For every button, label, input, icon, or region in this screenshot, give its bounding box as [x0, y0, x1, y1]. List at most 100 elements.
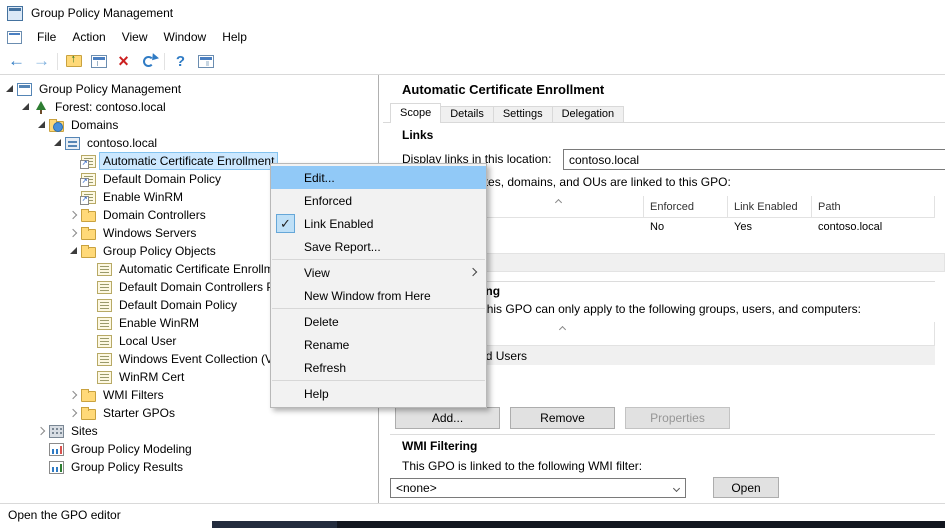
tree-item-forest[interactable]: Forest: contoso.local: [0, 98, 378, 116]
table-row-cell-enforced[interactable]: No: [644, 218, 728, 233]
expand-icon[interactable]: [36, 425, 48, 437]
refresh-button[interactable]: [136, 50, 161, 73]
sites-icon: [49, 425, 64, 438]
tree-item-label: Local User: [116, 333, 179, 349]
tree-item-label: Sites: [68, 423, 101, 439]
add-button[interactable]: Add...: [395, 407, 500, 429]
menu-view[interactable]: View: [114, 27, 156, 47]
column-header-path[interactable]: Path: [812, 196, 935, 218]
context-menu-item-rename[interactable]: Rename: [271, 333, 486, 356]
show-console-tree-icon: [91, 55, 107, 68]
context-menu-item-delete[interactable]: Delete: [271, 310, 486, 333]
expander-spacer: [84, 317, 96, 329]
tree-item-root[interactable]: Group Policy Management: [0, 80, 378, 98]
menu-file[interactable]: File: [29, 27, 64, 47]
tree-item-domains[interactable]: Domains: [0, 116, 378, 134]
collapse-icon[interactable]: [52, 137, 64, 149]
tab-settings[interactable]: Settings: [494, 106, 553, 122]
gpo-link-icon: [81, 155, 96, 168]
tree-item-gp-modeling[interactable]: Group Policy Modeling: [0, 440, 378, 458]
column-header-enforced[interactable]: Enforced: [644, 196, 728, 218]
context-menu-item-help[interactable]: Help: [271, 382, 486, 405]
delete-button[interactable]: [111, 50, 136, 73]
context-menu-item-save-report[interactable]: Save Report...: [271, 235, 486, 258]
sort-ascending-icon: [555, 199, 562, 206]
open-button[interactable]: Open: [713, 477, 779, 498]
expand-icon[interactable]: [68, 407, 80, 419]
expander-spacer: [84, 353, 96, 365]
tree-item-sites[interactable]: Sites: [0, 422, 378, 440]
forward-button[interactable]: [29, 50, 54, 73]
show-action-pane-button[interactable]: [193, 50, 218, 73]
menu-window[interactable]: Window: [156, 27, 215, 47]
remove-button[interactable]: Remove: [510, 407, 615, 429]
tree-item-label: Automatic Certificate Enrollment: [100, 153, 277, 169]
expand-icon[interactable]: [68, 227, 80, 239]
show-console-tree-button[interactable]: [86, 50, 111, 73]
expander-spacer: [36, 461, 48, 473]
gpo-icon: [97, 317, 112, 330]
tree-item-label: Enable WinRM: [100, 189, 186, 205]
menu-help[interactable]: Help: [214, 27, 255, 47]
taskbar-strip: [212, 521, 945, 528]
help-button[interactable]: [168, 50, 193, 73]
tab-details[interactable]: Details: [441, 106, 494, 122]
expand-icon[interactable]: [68, 389, 80, 401]
title-bar: Group Policy Management: [0, 0, 945, 26]
gpo-icon: [97, 299, 112, 312]
up-one-level-button[interactable]: [61, 50, 86, 73]
collapse-icon[interactable]: [20, 101, 32, 113]
tree-item-label: Group Policy Results: [68, 459, 186, 475]
gpo-link-icon: [81, 191, 96, 204]
expander-spacer: [84, 335, 96, 347]
table-row-cell-link-enabled[interactable]: Yes: [728, 218, 812, 233]
tree-item-label: Starter GPOs: [100, 405, 178, 421]
gpo-icon: [97, 281, 112, 294]
context-menu-item-new-window[interactable]: New Window from Here: [271, 284, 486, 307]
delete-icon: [118, 51, 129, 72]
column-header-link-enabled[interactable]: Link Enabled: [728, 196, 812, 218]
back-icon: [8, 51, 25, 71]
tab-baseline: [383, 122, 945, 123]
tab-delegation[interactable]: Delegation: [553, 106, 625, 122]
help-icon: [176, 53, 185, 70]
location-combobox[interactable]: contoso.local: [563, 149, 945, 170]
context-menu-item-enforced[interactable]: Enforced: [271, 189, 486, 212]
expander-spacer: [84, 281, 96, 293]
back-button[interactable]: [4, 50, 29, 73]
context-menu-item-edit[interactable]: Edit...: [271, 166, 486, 189]
forward-icon: [33, 51, 50, 71]
expander-spacer: [68, 173, 80, 185]
show-action-pane-icon: [198, 55, 214, 68]
tree-item-label: Default Domain Policy: [116, 297, 240, 313]
links-heading: Links: [402, 128, 433, 142]
expander-spacer: [68, 191, 80, 203]
menu-action[interactable]: Action: [64, 27, 113, 47]
tree-item-domain-contoso[interactable]: contoso.local: [0, 134, 378, 152]
wmi-filter-combobox[interactable]: <none>: [390, 478, 686, 498]
properties-button: Properties: [625, 407, 730, 429]
expander-spacer: [84, 263, 96, 275]
context-menu-item-link-enabled[interactable]: Link Enabled: [271, 212, 486, 235]
collapse-icon[interactable]: [36, 119, 48, 131]
domains-folder-icon: [49, 121, 64, 132]
tab-scope[interactable]: Scope: [390, 103, 441, 123]
domain-icon: [65, 137, 80, 150]
context-menu-item-view[interactable]: View: [271, 261, 486, 284]
table-row-cell-path[interactable]: contoso.local: [812, 218, 935, 233]
page-title: Automatic Certificate Enrollment: [402, 82, 604, 97]
collapse-icon[interactable]: [68, 245, 80, 257]
tree-item-label: Automatic Certificate Enrollment: [116, 261, 293, 277]
results-icon: [49, 461, 64, 474]
collapse-icon[interactable]: [4, 83, 16, 95]
expand-icon[interactable]: [68, 209, 80, 221]
tree-item-label: Windows Event Collection (V: [116, 351, 276, 367]
folder-icon: [81, 391, 96, 402]
menu-separator: [272, 308, 485, 309]
expander-spacer: [84, 371, 96, 383]
tab-strip: Scope Details Settings Delegation: [390, 103, 624, 122]
ou-folder-icon: [81, 229, 96, 240]
context-menu-item-refresh[interactable]: Refresh: [271, 356, 486, 379]
tree-item-gp-results[interactable]: Group Policy Results: [0, 458, 378, 476]
console-window-icon[interactable]: [7, 31, 22, 44]
